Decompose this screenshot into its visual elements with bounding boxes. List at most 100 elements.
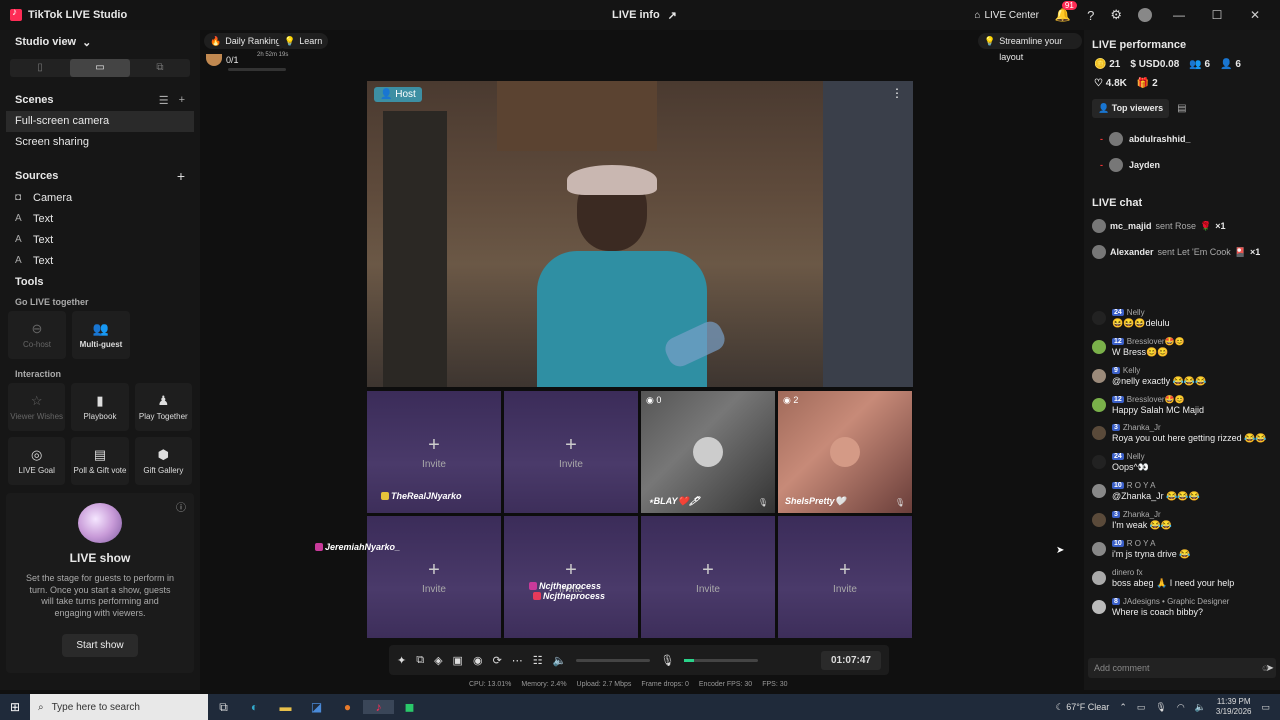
list-icon[interactable]: ☰ [159, 94, 169, 107]
clock[interactable]: 11:39 PM 3/19/2026 [1216, 697, 1252, 716]
source-item[interactable]: A Text [0, 250, 200, 271]
chat-message[interactable]: dinero fx boss abeg 🙏 I need your help [1084, 564, 1280, 593]
host-video[interactable]: 👤 Host ⋮ [367, 81, 913, 387]
poll-vote-button[interactable]: ▤ Poll & Gift vote [71, 437, 129, 485]
windows-start-icon[interactable]: ⊞ [0, 700, 30, 714]
volume-slider[interactable] [576, 658, 651, 662]
wifi-icon[interactable]: ◠ [1177, 702, 1185, 713]
chat-message[interactable]: 24 Nelly Oops^👀 [1084, 448, 1280, 477]
profile-avatar[interactable] [1138, 8, 1152, 22]
record-icon[interactable]: ◉ [473, 654, 483, 667]
firefox-icon[interactable]: ● [332, 700, 363, 714]
adjust-icon[interactable]: ☷ [533, 654, 543, 667]
viewer-wishes-button[interactable]: ☆ Viewer Wishes [8, 383, 66, 431]
dual-layout-button[interactable]: ⧉ [130, 59, 190, 77]
tab-top-viewers[interactable]: 👤 Top viewers [1092, 99, 1170, 118]
portrait-layout-button[interactable]: ▯ [10, 59, 70, 77]
app-icon[interactable]: ◪ [301, 700, 332, 714]
level-badge: 10 [1112, 540, 1124, 547]
cohost-button[interactable]: ⊖ Co-host [8, 311, 66, 359]
magic-wand-icon[interactable]: ✦ [397, 654, 406, 667]
mic-muted-icon[interactable]: 🎙 [758, 498, 768, 507]
live-center-button[interactable]: ⌂ LIVE Center [974, 10, 1039, 21]
chat-message[interactable]: 8 JAdesigns • Graphic Designer Where is co… [1084, 593, 1280, 621]
playbook-button[interactable]: ▮ Playbook [71, 383, 129, 431]
weather-widget[interactable]: ☾ 67°F Clear [1056, 702, 1110, 713]
guest-tile[interactable]: ◉ 0 ⋆BLAY❤️🖊 🎙 [641, 391, 775, 513]
chat-user: R O Y A [1126, 539, 1156, 548]
studio-view-dropdown[interactable]: Studio view ⌄ [0, 30, 200, 55]
tiktok-live-studio-icon[interactable]: ♪ [363, 700, 394, 714]
left-panel: Studio view ⌄ ▯ ▭ ⧉ Scenes ☰ + Full-scree… [0, 30, 200, 690]
more-icon[interactable]: ⋯ [512, 654, 523, 667]
info-icon[interactable]: ⓘ [176, 499, 186, 514]
chat-message[interactable]: 9 Kelly @nelly exactly 😂😂😂 [1084, 362, 1280, 391]
minimize-button[interactable]: — [1168, 8, 1190, 22]
viewer-wishes-label: Viewer Wishes [10, 412, 64, 421]
streamline-layout-button[interactable]: 💡 Streamline your layout [978, 33, 1082, 62]
mic-level-slider[interactable] [684, 658, 759, 662]
landscape-layout-button[interactable]: ▭ [70, 59, 130, 77]
camera-switch-icon[interactable]: ⟳ [493, 654, 502, 667]
chat-message[interactable]: 12 Bresslover🤩😊 W Bress😊😊 [1084, 333, 1280, 362]
help-icon[interactable]: ? [1087, 8, 1094, 23]
send-icon[interactable]: ➤ [1266, 663, 1274, 674]
chat-message[interactable]: 3 Zhanka_Jr Roya you out here getting rizz… [1084, 419, 1280, 448]
close-button[interactable]: ✕ [1244, 8, 1266, 22]
guest-tile[interactable]: ◉ 2 SheIsPretty🤍 🎙 [778, 391, 912, 513]
chat-message[interactable]: 3 Zhanka_Jr I'm weak 😂😂 [1084, 506, 1280, 535]
source-item[interactable]: A Text [0, 229, 200, 250]
taskbar-search[interactable]: ⌕ Type here to search [30, 694, 208, 720]
effects-icon[interactable]: ◈ [434, 654, 442, 667]
source-item[interactable]: A Text [0, 208, 200, 229]
chat-message[interactable]: 24 Nelly 😆😆😆delulu [1084, 304, 1280, 333]
file-explorer-icon[interactable]: ▬ [270, 700, 301, 714]
app-icon[interactable]: ◼ [394, 700, 425, 714]
chevron-up-icon[interactable]: ⌃ [1119, 702, 1127, 713]
add-scene-icon[interactable]: + [179, 94, 185, 107]
top-viewer-item[interactable]: - abdulrashhid_ [1084, 126, 1280, 152]
layout-icon[interactable]: ▣ [453, 654, 463, 667]
go-live-together-title: Go LIVE together [15, 297, 89, 307]
task-view-icon[interactable]: ⧉ [208, 700, 239, 715]
gift-list-icon[interactable]: ▤ [1177, 103, 1186, 114]
layout-selector: ▯ ▭ ⧉ [10, 59, 190, 77]
start-show-button[interactable]: Start show [62, 633, 138, 657]
notification-center-icon[interactable]: ▭ [1261, 702, 1270, 713]
screen-icon[interactable]: ⧉ [416, 654, 424, 667]
mic-icon[interactable]: 🎙 [1155, 702, 1166, 713]
chat-message[interactable]: 10 R O Y Ai'm js tryna drive 😂 [1084, 535, 1280, 564]
live-info-button[interactable]: LIVE info ↗ [612, 9, 677, 22]
notifications-button[interactable]: 🔔 91 [1055, 1, 1077, 23]
scene-item[interactable]: Screen sharing [0, 132, 200, 153]
invite-slot[interactable]: + Invite [367, 516, 501, 638]
settings-icon[interactable]: ⚙ [1110, 7, 1122, 23]
play-together-button[interactable]: ♟ Play Together [134, 383, 192, 431]
network-icon[interactable]: ▭ [1137, 702, 1146, 713]
control-bar: ✦ ⧉ ◈ ▣ ◉ ⟳ ⋯ ☷ 🔈 🎙 01:07:47 [389, 645, 889, 675]
ranking-widget[interactable]: 0/1 [206, 54, 239, 66]
chat-message[interactable]: 10 R O Y A @Zhanka_Jr 😂😂😂 [1084, 477, 1280, 506]
scene-item[interactable]: Full-screen camera [6, 111, 194, 132]
invite-slot[interactable]: + Invite [504, 391, 638, 513]
daily-ranking-button[interactable]: 🔥 Daily Ranking [204, 33, 287, 49]
invite-slot[interactable]: + Invite [504, 516, 638, 638]
multiguest-button[interactable]: 👥 Multi-guest [72, 311, 130, 359]
edge-icon[interactable]: ◐ [239, 700, 270, 714]
learn-button[interactable]: 💡 Learn [278, 33, 329, 49]
add-source-icon[interactable]: + [177, 168, 185, 184]
top-viewer-item[interactable]: - Jayden [1084, 152, 1280, 178]
invite-slot[interactable]: + Invite [641, 516, 775, 638]
mic-muted-icon[interactable]: 🎙 [895, 498, 905, 507]
mic-icon[interactable]: 🎙 [660, 654, 674, 667]
maximize-button[interactable]: ☐ [1206, 8, 1228, 22]
source-item[interactable]: ◘ Camera [0, 187, 200, 208]
gift-gallery-button[interactable]: ⬢ Gift Gallery [134, 437, 192, 485]
chat-message[interactable]: 12 Bresslover🤩😊 Happy Salah MC Majid [1084, 391, 1280, 419]
invite-slot[interactable]: + Invite [778, 516, 912, 638]
volume-icon[interactable]: 🔈 [1195, 702, 1206, 713]
speaker-icon[interactable]: 🔈 [553, 654, 567, 667]
live-goal-button[interactable]: ◎ LIVE Goal [8, 437, 66, 485]
more-icon[interactable]: ⋮ [891, 86, 903, 100]
comment-input[interactable]: Add comment ☺ [1088, 658, 1276, 678]
